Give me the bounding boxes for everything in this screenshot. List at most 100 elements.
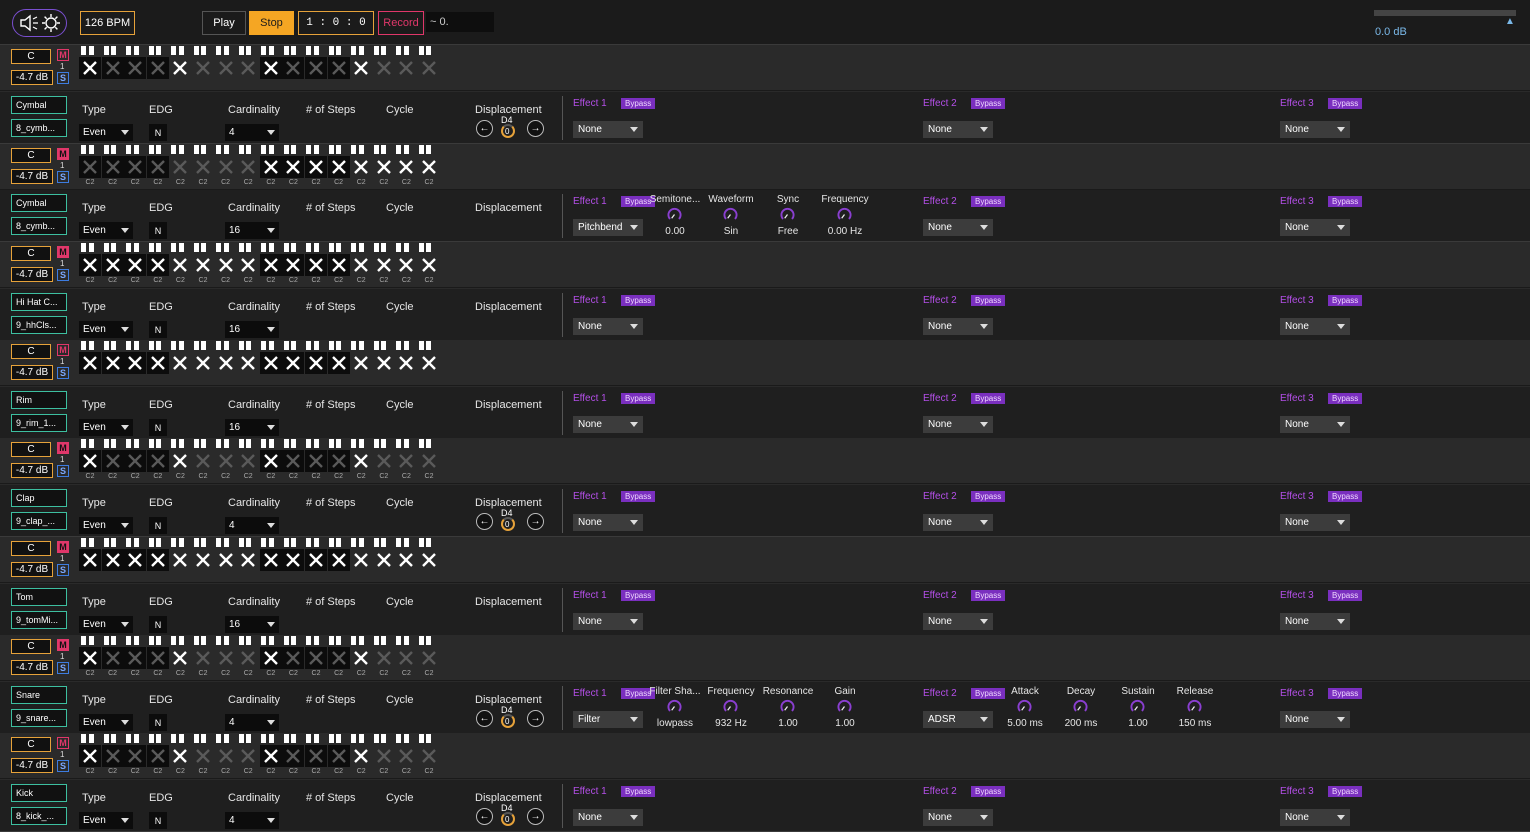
track-name[interactable]: Hi Hat C... bbox=[11, 293, 67, 311]
cardinality-dropdown[interactable]: 4 bbox=[225, 517, 279, 534]
note-select[interactable]: C bbox=[11, 246, 51, 261]
key[interactable] bbox=[358, 636, 364, 645]
step-button[interactable] bbox=[282, 549, 305, 571]
step-button[interactable] bbox=[169, 450, 191, 472]
key[interactable] bbox=[193, 439, 199, 448]
key[interactable] bbox=[81, 243, 86, 252]
key[interactable] bbox=[201, 734, 206, 743]
step-button[interactable] bbox=[101, 57, 124, 79]
key[interactable] bbox=[178, 341, 184, 350]
key[interactable] bbox=[351, 734, 356, 743]
step-button[interactable] bbox=[305, 254, 327, 276]
key[interactable] bbox=[171, 243, 176, 252]
step-button[interactable] bbox=[373, 549, 395, 571]
key[interactable] bbox=[193, 46, 199, 55]
step-button[interactable] bbox=[305, 745, 327, 767]
track-name[interactable]: Rim bbox=[11, 391, 67, 409]
key[interactable] bbox=[81, 734, 86, 743]
step-button[interactable] bbox=[373, 647, 395, 669]
step-button[interactable] bbox=[327, 549, 350, 571]
step-button[interactable] bbox=[259, 156, 282, 178]
param-knob[interactable] bbox=[723, 699, 738, 714]
key[interactable] bbox=[193, 538, 199, 547]
key[interactable] bbox=[148, 636, 154, 645]
key[interactable] bbox=[403, 734, 409, 743]
key[interactable] bbox=[156, 636, 161, 645]
key[interactable] bbox=[133, 439, 139, 448]
key[interactable] bbox=[396, 46, 401, 55]
key[interactable] bbox=[336, 243, 341, 252]
key[interactable] bbox=[373, 538, 379, 547]
step-button[interactable] bbox=[373, 254, 395, 276]
key[interactable] bbox=[291, 341, 296, 350]
edg-button[interactable]: N bbox=[149, 616, 167, 633]
key[interactable] bbox=[381, 439, 386, 448]
param-knob[interactable] bbox=[1130, 699, 1145, 714]
key[interactable] bbox=[148, 439, 154, 448]
key[interactable] bbox=[351, 636, 356, 645]
key[interactable] bbox=[418, 636, 424, 645]
param-knob[interactable] bbox=[667, 207, 682, 222]
type-dropdown[interactable]: Even bbox=[79, 222, 133, 239]
key[interactable] bbox=[126, 243, 131, 252]
key[interactable] bbox=[88, 636, 94, 645]
key[interactable] bbox=[396, 636, 401, 645]
key[interactable] bbox=[418, 341, 424, 350]
key[interactable] bbox=[268, 538, 274, 547]
key[interactable] bbox=[418, 243, 424, 252]
step-button[interactable] bbox=[395, 254, 417, 276]
step-button[interactable] bbox=[305, 549, 327, 571]
step-button[interactable] bbox=[327, 57, 350, 79]
key[interactable] bbox=[246, 734, 251, 743]
step-button[interactable] bbox=[259, 352, 282, 374]
step-button[interactable] bbox=[215, 352, 237, 374]
note-select[interactable]: C bbox=[11, 148, 51, 163]
step-button[interactable] bbox=[350, 352, 372, 374]
step-button[interactable] bbox=[373, 57, 395, 79]
step-button[interactable] bbox=[124, 352, 147, 374]
key[interactable] bbox=[223, 341, 229, 350]
key[interactable] bbox=[381, 341, 386, 350]
step-button[interactable] bbox=[169, 647, 191, 669]
key[interactable] bbox=[246, 439, 251, 448]
key[interactable] bbox=[88, 145, 94, 154]
key[interactable] bbox=[306, 538, 311, 547]
track-name[interactable]: Cymbal bbox=[11, 96, 67, 114]
key[interactable] bbox=[268, 46, 274, 55]
step-button[interactable] bbox=[124, 254, 147, 276]
step-button[interactable] bbox=[146, 450, 169, 472]
param-knob[interactable] bbox=[667, 699, 682, 714]
key[interactable] bbox=[216, 145, 221, 154]
volume-field[interactable]: -4.7 dB bbox=[11, 267, 53, 282]
key[interactable] bbox=[171, 636, 176, 645]
key[interactable] bbox=[291, 439, 296, 448]
solo-button[interactable]: S bbox=[57, 662, 69, 674]
key[interactable] bbox=[88, 439, 94, 448]
step-button[interactable] bbox=[373, 156, 395, 178]
key[interactable] bbox=[171, 46, 176, 55]
key[interactable] bbox=[403, 636, 409, 645]
bypass-button[interactable]: Bypass bbox=[1328, 491, 1363, 502]
key[interactable] bbox=[201, 243, 206, 252]
track-name[interactable]: Clap bbox=[11, 489, 67, 507]
step-button[interactable] bbox=[79, 352, 101, 374]
step-button[interactable] bbox=[305, 57, 327, 79]
key[interactable] bbox=[111, 243, 116, 252]
key[interactable] bbox=[133, 46, 139, 55]
key[interactable] bbox=[88, 243, 94, 252]
step-button[interactable] bbox=[192, 647, 214, 669]
key[interactable] bbox=[313, 46, 319, 55]
mute-button[interactable]: M bbox=[57, 148, 69, 160]
key[interactable] bbox=[103, 734, 109, 743]
step-button[interactable] bbox=[350, 254, 372, 276]
step-button[interactable] bbox=[146, 352, 169, 374]
key[interactable] bbox=[103, 538, 109, 547]
step-button[interactable] bbox=[215, 647, 237, 669]
step-button[interactable] bbox=[124, 156, 147, 178]
sample-file[interactable]: 9_tomMi... bbox=[11, 611, 67, 629]
swing-field[interactable]: ~ 0. bbox=[426, 12, 494, 32]
step-button[interactable] bbox=[395, 549, 417, 571]
key[interactable] bbox=[418, 734, 424, 743]
step-button[interactable] bbox=[101, 549, 124, 571]
key[interactable] bbox=[133, 341, 139, 350]
